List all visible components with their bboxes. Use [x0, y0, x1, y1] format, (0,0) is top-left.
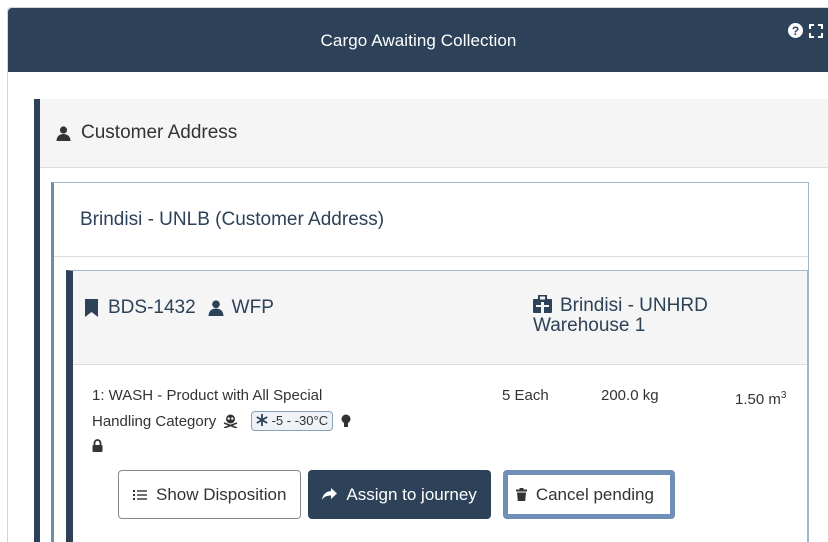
item-description: 1: WASH - Product with All Special Handl…	[92, 383, 402, 461]
shipment-id[interactable]: BDS-1432	[108, 297, 196, 319]
cancel-label: Cancel pending	[535, 484, 654, 504]
list-icon	[133, 489, 147, 500]
destination-line1: Brindisi - UNHRD	[560, 295, 708, 316]
location-section: Brindisi - UNLB (Customer Address) BDS-1…	[51, 182, 809, 542]
cargo-panel: Cargo Awaiting Collection ? Customer Add…	[7, 7, 828, 542]
action-buttons: Show Disposition Assign to journey Cance…	[118, 470, 675, 519]
user-icon	[56, 125, 71, 141]
destination: Brindisi - UNHRD Warehouse 1	[533, 295, 763, 336]
show-disposition-button[interactable]: Show Disposition	[118, 470, 302, 519]
header-tools: ?	[788, 23, 823, 38]
assign-label: Assign to journey	[346, 484, 477, 504]
bookmark-icon	[85, 299, 98, 317]
warehouse-icon	[533, 295, 552, 313]
item-volume-value: 1.50 m	[735, 391, 781, 408]
help-icon[interactable]: ?	[788, 23, 803, 38]
panel-header: Cargo Awaiting Collection ?	[8, 8, 828, 72]
group-header[interactable]: Customer Address	[40, 99, 828, 168]
snowflake-icon	[255, 414, 268, 426]
temperature-badge: -5 - -30°C	[250, 411, 334, 431]
item-quantity: 5 Each	[502, 387, 549, 404]
user-icon	[208, 300, 224, 316]
panel-title: Cargo Awaiting Collection	[320, 31, 517, 50]
expand-icon[interactable]	[809, 23, 823, 38]
item-volume: 1.50 m3	[735, 383, 786, 413]
location-header[interactable]: Brindisi - UNLB (Customer Address)	[54, 183, 808, 257]
destination-line2: Warehouse 1	[533, 315, 646, 336]
item-weight: 200.0 kg	[601, 387, 659, 404]
shipment-header: BDS-1432 WFP Brindisi - UNHRD Warehouse …	[73, 271, 807, 365]
lightbulb-icon	[341, 414, 351, 427]
group-label: Customer Address	[81, 122, 238, 143]
shipment-card: BDS-1432 WFP Brindisi - UNHRD Warehouse …	[66, 270, 808, 542]
share-arrow-icon	[322, 488, 338, 500]
temperature-range: -5 - -30°C	[271, 413, 329, 428]
item-desc-line1: 1: WASH - Product with All Special	[92, 387, 323, 404]
cancel-pending-button[interactable]: Cancel pending	[502, 470, 675, 519]
assign-to-journey-button[interactable]: Assign to journey	[308, 470, 491, 519]
location-label: Brindisi - UNLB (Customer Address)	[80, 208, 385, 230]
customer-address-group: Customer Address Brindisi - UNLB (Custom…	[34, 99, 828, 542]
skull-icon	[224, 414, 238, 429]
trash-icon	[515, 488, 527, 501]
shipment-ref: BDS-1432 WFP	[85, 297, 274, 319]
customer-name: WFP	[231, 297, 274, 318]
item-desc-line2: Handling Category	[92, 413, 217, 430]
lock-icon	[92, 439, 103, 452]
show-disposition-label: Show Disposition	[156, 484, 287, 504]
item-volume-unit: 3	[780, 390, 787, 401]
